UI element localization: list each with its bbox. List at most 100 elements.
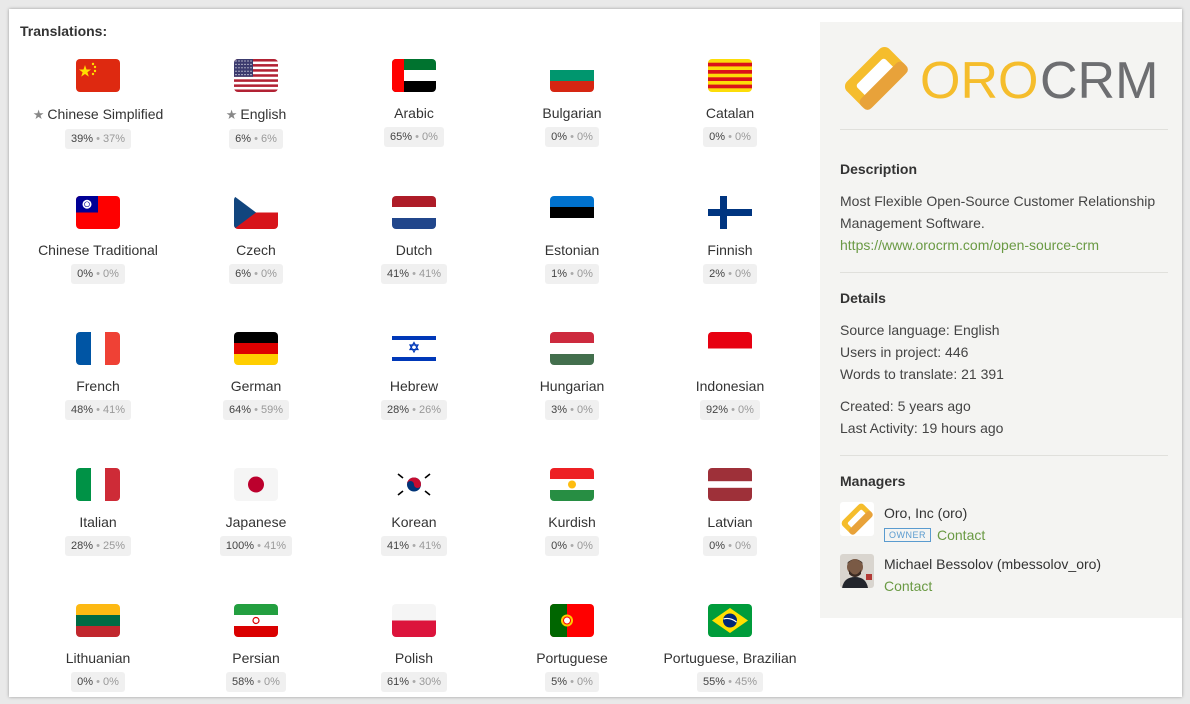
separator-dot: • xyxy=(254,540,265,552)
translated-percent: 39% xyxy=(70,133,94,145)
finland-flag-icon[interactable] xyxy=(708,196,752,229)
language-name[interactable]: Korean xyxy=(335,514,493,530)
progress-badge: 41% • 41% xyxy=(380,264,448,284)
divider xyxy=(840,272,1168,273)
language-name[interactable]: Chinese Traditional xyxy=(19,242,177,258)
progress-badge: 100% • 41% xyxy=(219,536,293,556)
taiwan-flag-icon[interactable] xyxy=(76,196,120,229)
language-label: French xyxy=(76,378,120,394)
language-name[interactable]: Hebrew xyxy=(335,378,493,394)
language-item[interactable]: Lithuanian 0% • 0% xyxy=(19,604,177,697)
language-item[interactable]: Polish 61% • 30% xyxy=(335,604,493,697)
language-name[interactable]: ★ Chinese Simplified xyxy=(19,106,177,123)
language-item[interactable]: Persian 58% • 0% xyxy=(177,604,335,697)
china-flag-icon[interactable] xyxy=(76,59,120,92)
hungary-flag-icon[interactable] xyxy=(550,332,594,365)
estonia-flag-icon[interactable] xyxy=(550,196,594,229)
language-item[interactable]: ★ English 6% • 6% xyxy=(177,59,335,169)
language-name[interactable]: Portuguese, Brazilian xyxy=(651,650,809,666)
korea-flag-icon[interactable] xyxy=(392,468,436,501)
iran-flag-icon[interactable] xyxy=(234,604,278,637)
manager-name[interactable]: Michael Bessolov (mbessolov_oro) xyxy=(884,556,1101,572)
language-item[interactable]: Chinese Traditional 0% • 0% xyxy=(19,196,177,306)
language-name[interactable]: Portuguese xyxy=(493,650,651,666)
language-item[interactable]: Portuguese, Brazilian 55% • 45% xyxy=(651,604,809,697)
separator-dot: • xyxy=(254,676,265,688)
translated-percent: 0% xyxy=(709,540,726,552)
czech-flag-icon[interactable] xyxy=(234,196,278,229)
translated-percent: 28% xyxy=(386,404,410,416)
portugal-flag-icon[interactable] xyxy=(550,604,594,637)
language-name[interactable]: Japanese xyxy=(177,514,335,530)
language-name[interactable]: Kurdish xyxy=(493,514,651,530)
language-name[interactable]: Arabic xyxy=(335,105,493,121)
project-website-link[interactable]: https://www.orocrm.com/open-source-crm xyxy=(840,237,1099,253)
language-item[interactable]: Finnish 2% • 0% xyxy=(651,196,809,306)
lithuania-flag-icon[interactable] xyxy=(76,604,120,637)
manager-name[interactable]: Oro, Inc (oro) xyxy=(884,505,967,521)
user-photo-avatar[interactable] xyxy=(840,554,874,588)
language-item[interactable]: Latvian 0% • 0% xyxy=(651,468,809,578)
language-name[interactable]: Polish xyxy=(335,650,493,666)
japan-flag-icon[interactable] xyxy=(234,468,278,501)
language-name[interactable]: Latvian xyxy=(651,514,809,530)
usa-flag-icon[interactable] xyxy=(234,59,278,92)
language-name[interactable]: German xyxy=(177,378,335,394)
translated-percent: 48% xyxy=(70,404,94,416)
translated-percent: 0% xyxy=(77,268,94,280)
language-item[interactable]: Arabic 65% • 0% xyxy=(335,59,493,169)
language-name[interactable]: Lithuanian xyxy=(19,650,177,666)
language-name[interactable]: ★ English xyxy=(177,106,335,123)
language-item[interactable]: Bulgarian 0% • 0% xyxy=(493,59,651,169)
oro-avatar-icon[interactable] xyxy=(840,502,874,536)
separator-dot: • xyxy=(93,268,103,280)
language-item[interactable]: Italian 28% • 25% xyxy=(19,468,177,578)
bulgaria-flag-icon[interactable] xyxy=(550,59,594,92)
language-item[interactable]: Dutch 41% • 41% xyxy=(335,196,493,306)
language-item[interactable]: Portuguese 5% • 0% xyxy=(493,604,651,697)
language-item[interactable]: Kurdish 0% • 0% xyxy=(493,468,651,578)
netherlands-flag-icon[interactable] xyxy=(392,196,436,229)
language-name[interactable]: Persian xyxy=(177,650,335,666)
language-name[interactable]: Bulgarian xyxy=(493,105,651,121)
israel-flag-icon[interactable] xyxy=(392,332,436,365)
catalonia-flag-icon[interactable] xyxy=(708,59,752,92)
language-name[interactable]: Dutch xyxy=(335,242,493,258)
language-item[interactable]: French 48% • 41% xyxy=(19,332,177,442)
language-name[interactable]: French xyxy=(19,378,177,394)
language-item[interactable]: Hungarian 3% • 0% xyxy=(493,332,651,442)
germany-flag-icon[interactable] xyxy=(234,332,278,365)
brazil-flag-icon[interactable] xyxy=(708,604,752,637)
language-item[interactable]: Czech 6% • 0% xyxy=(177,196,335,306)
uae-flag-icon[interactable] xyxy=(392,59,436,92)
language-name[interactable]: Indonesian xyxy=(651,378,809,394)
language-name[interactable]: Italian xyxy=(19,514,177,530)
language-name[interactable]: Finnish xyxy=(651,242,809,258)
orocrm-logo[interactable]: ORO CRM xyxy=(840,42,1170,112)
separator-dot: • xyxy=(725,268,735,280)
language-name[interactable]: Hungarian xyxy=(493,378,651,394)
poland-flag-icon[interactable] xyxy=(392,604,436,637)
language-name[interactable]: Estonian xyxy=(493,242,651,258)
kurdistan-flag-icon[interactable] xyxy=(550,468,594,501)
france-flag-icon[interactable] xyxy=(76,332,120,365)
indonesia-flag-icon[interactable] xyxy=(708,332,752,365)
language-name[interactable]: Czech xyxy=(177,242,335,258)
language-item[interactable]: German 64% • 59% xyxy=(177,332,335,442)
language-item[interactable]: Catalan 0% • 0% xyxy=(651,59,809,169)
latvia-flag-icon[interactable] xyxy=(708,468,752,501)
progress-badge: 5% • 0% xyxy=(545,672,599,692)
language-item[interactable]: Estonian 1% • 0% xyxy=(493,196,651,306)
project-sidebar: ORO CRM Description Most Flexible Open-S… xyxy=(820,22,1182,618)
language-item[interactable]: ★ Chinese Simplified 39% • 37% xyxy=(19,59,177,169)
language-item[interactable]: Japanese 100% • 41% xyxy=(177,468,335,578)
language-item[interactable]: Hebrew 28% • 26% xyxy=(335,332,493,442)
language-label: Korean xyxy=(391,514,437,530)
progress-stats: 6% • 0% xyxy=(177,264,335,284)
language-item[interactable]: Indonesian 92% • 0% xyxy=(651,332,809,442)
contact-link[interactable]: Contact xyxy=(937,527,985,543)
italy-flag-icon[interactable] xyxy=(76,468,120,501)
language-name[interactable]: Catalan xyxy=(651,105,809,121)
contact-link[interactable]: Contact xyxy=(884,578,932,594)
language-item[interactable]: Korean 41% • 41% xyxy=(335,468,493,578)
